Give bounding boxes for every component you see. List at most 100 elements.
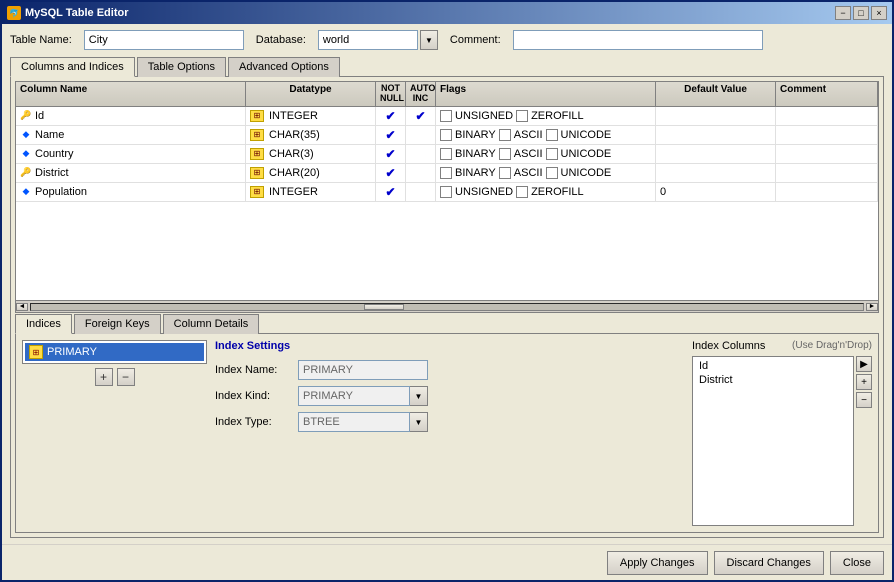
ascii-checkbox[interactable] <box>499 129 511 141</box>
cell-autoinc <box>406 145 436 163</box>
comment-input[interactable] <box>513 30 763 50</box>
col-header-datatype: Datatype <box>246 82 376 106</box>
index-col-add-btn[interactable]: + <box>856 374 872 390</box>
cell-datatype: ⊞ CHAR(20) <box>246 164 376 182</box>
database-dropdown-btn[interactable]: ▼ <box>420 30 438 50</box>
index-name-input[interactable] <box>298 360 428 380</box>
cell-flags: UNSIGNED ZEROFILL <box>436 107 656 125</box>
cell-name: 🔑 District <box>16 164 246 182</box>
cell-flags: UNSIGNED ZEROFILL <box>436 183 656 201</box>
index-col-item[interactable]: District <box>695 373 851 387</box>
datatype-icon: ⊞ <box>250 129 264 141</box>
tab-indices[interactable]: Indices <box>15 314 72 334</box>
settings-row-type: Index Type: ▼ <box>215 412 684 432</box>
index-col-item[interactable]: Id <box>695 359 851 373</box>
cell-default <box>656 126 776 144</box>
unsigned-checkbox[interactable] <box>440 110 452 122</box>
cell-comment <box>776 183 878 201</box>
col-header-flags: Flags <box>436 82 656 106</box>
window-title: MySQL Table Editor <box>25 7 129 19</box>
check-icon: ✔ <box>385 147 395 161</box>
col-header-name: Column Name <box>16 82 246 106</box>
table-name-label: Table Name: <box>10 34 72 46</box>
index-columns-list: Id District <box>692 356 854 526</box>
col-header-default: Default Value <box>656 82 776 106</box>
zerofill-checkbox[interactable] <box>516 186 528 198</box>
unicode-checkbox[interactable] <box>546 129 558 141</box>
index-type-dropdown-btn[interactable]: ▼ <box>410 412 428 432</box>
tab-column-details[interactable]: Column Details <box>163 314 260 334</box>
cell-default <box>656 164 776 182</box>
indices-list-container: ⊞ PRIMARY + − <box>22 340 207 526</box>
cell-name: ◆ Population <box>16 183 246 201</box>
cell-comment <box>776 107 878 125</box>
index-type-input[interactable] <box>298 412 410 432</box>
index-item[interactable]: ⊞ PRIMARY <box>25 343 204 361</box>
close-button[interactable]: Close <box>830 551 884 575</box>
index-col-arrow-btn[interactable]: ▶ <box>856 356 872 372</box>
remove-index-button[interactable]: − <box>117 368 135 386</box>
index-kind-input[interactable] <box>298 386 410 406</box>
table-header: Column Name Datatype NOTNULL AUTOINC Fla… <box>15 81 879 106</box>
binary-checkbox[interactable] <box>440 167 452 179</box>
columns-table-body: 🔑 Id ⊞ INTEGER ✔ ✔ <box>15 106 879 301</box>
index-kind-dropdown-btn[interactable]: ▼ <box>410 386 428 406</box>
title-bar: 🐬 MySQL Table Editor − □ × <box>2 2 892 24</box>
main-window: 🐬 MySQL Table Editor − □ × Table Name: D… <box>0 0 894 582</box>
tab-table-options[interactable]: Table Options <box>137 57 226 77</box>
diamond-icon: ◆ <box>20 129 32 141</box>
add-index-button[interactable]: + <box>95 368 113 386</box>
index-item-label: PRIMARY <box>47 346 97 358</box>
table-row[interactable]: ◆ Population ⊞ INTEGER ✔ <box>16 183 878 202</box>
cell-autoinc: ✔ <box>406 107 436 125</box>
cell-datatype: ⊞ INTEGER <box>246 183 376 201</box>
title-bar-left: 🐬 MySQL Table Editor <box>7 6 129 20</box>
cell-comment <box>776 126 878 144</box>
table-row[interactable]: 🔑 District ⊞ CHAR(20) ✔ <box>16 164 878 183</box>
check-icon: ✔ <box>385 185 395 199</box>
datatype-icon: ⊞ <box>250 148 264 160</box>
horizontal-scrollbar[interactable]: ◄ ► <box>15 301 879 313</box>
ascii-checkbox[interactable] <box>499 148 511 160</box>
table-row[interactable]: ◆ Country ⊞ CHAR(3) ✔ <box>16 145 878 164</box>
unicode-checkbox[interactable] <box>546 167 558 179</box>
zerofill-checkbox[interactable] <box>516 110 528 122</box>
index-col-remove-btn[interactable]: − <box>856 392 872 408</box>
cell-notnull: ✔ <box>376 183 406 201</box>
tab-foreign-keys[interactable]: Foreign Keys <box>74 314 161 334</box>
tab-advanced-options[interactable]: Advanced Options <box>228 57 340 77</box>
discard-changes-button[interactable]: Discard Changes <box>714 551 824 575</box>
binary-checkbox[interactable] <box>440 148 452 160</box>
close-button[interactable]: × <box>871 6 887 20</box>
main-tab-content: Column Name Datatype NOTNULL AUTOINC Fla… <box>10 77 884 538</box>
index-kind-wrapper: ▼ <box>298 386 428 406</box>
main-tab-bar: Columns and Indices Table Options Advanc… <box>10 56 884 77</box>
check-icon: ✔ <box>385 166 395 180</box>
index-kind-label: Index Kind: <box>215 390 290 402</box>
minimize-button[interactable]: − <box>835 6 851 20</box>
scroll-left-btn[interactable]: ◄ <box>16 303 28 311</box>
scrollbar-track[interactable] <box>30 303 864 311</box>
table-name-input[interactable] <box>84 30 244 50</box>
maximize-button[interactable]: □ <box>853 6 869 20</box>
index-col-buttons: ▶ + − <box>856 356 872 526</box>
index-columns-header: Index Columns (Use Drag'n'Drop) <box>692 340 872 352</box>
content-area: Table Name: Database: ▼ Comment: Columns… <box>2 24 892 544</box>
cell-autoinc <box>406 164 436 182</box>
apply-changes-button[interactable]: Apply Changes <box>607 551 708 575</box>
table-row[interactable]: ◆ Name ⊞ CHAR(35) ✔ <box>16 126 878 145</box>
window-controls: − □ × <box>835 6 887 20</box>
unsigned-checkbox[interactable] <box>440 186 452 198</box>
binary-checkbox[interactable] <box>440 129 452 141</box>
scrollbar-thumb[interactable] <box>364 304 404 310</box>
bottom-tab-content: ⊞ PRIMARY + − Index Settings <box>15 334 879 533</box>
ascii-checkbox[interactable] <box>499 167 511 179</box>
settings-row-name: Index Name: <box>215 360 684 380</box>
cell-name: ◆ Name <box>16 126 246 144</box>
database-input[interactable] <box>318 30 418 50</box>
tab-columns-indices[interactable]: Columns and Indices <box>10 57 135 77</box>
table-row[interactable]: 🔑 Id ⊞ INTEGER ✔ ✔ <box>16 107 878 126</box>
cell-datatype: ⊞ CHAR(3) <box>246 145 376 163</box>
unicode-checkbox[interactable] <box>546 148 558 160</box>
scroll-right-btn[interactable]: ► <box>866 303 878 311</box>
